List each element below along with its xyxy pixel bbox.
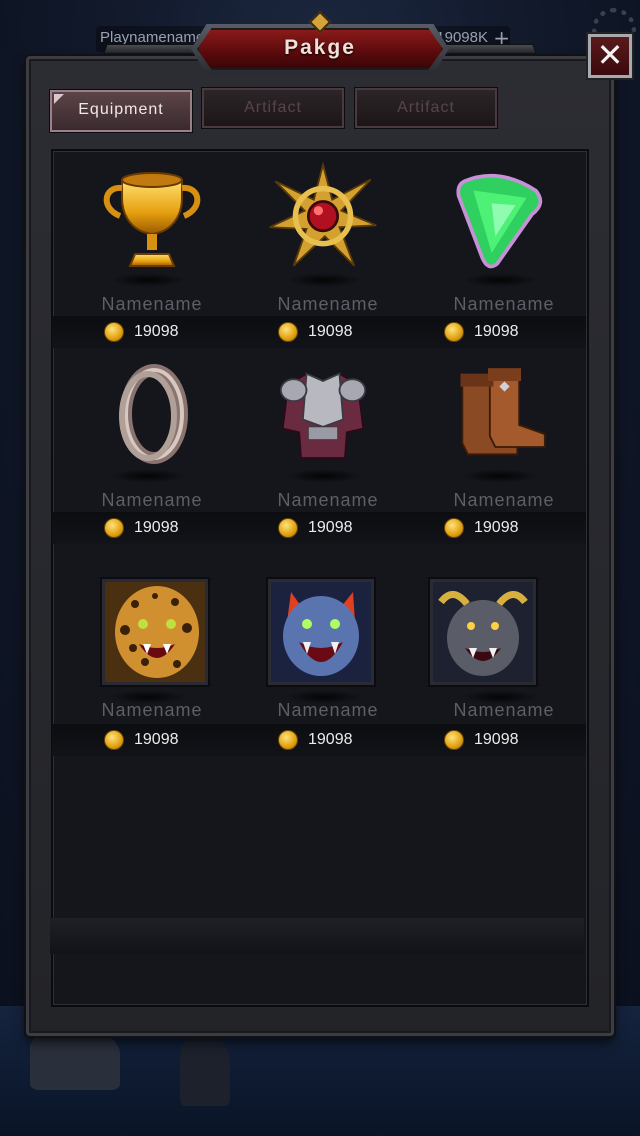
- gold-coin-icon: [278, 518, 298, 538]
- gold-coin-icon: [444, 730, 464, 750]
- item-price: 19098: [278, 320, 353, 344]
- item-name: Namename: [277, 294, 379, 314]
- item-price: 19098: [444, 516, 519, 540]
- price-amount: 19098: [134, 731, 179, 748]
- gold-coin-icon: [278, 322, 298, 342]
- item-name: Namename: [453, 490, 555, 510]
- price-amount: 19098: [308, 519, 353, 536]
- item-name: Namename: [101, 294, 203, 314]
- item-name: Namename: [453, 700, 555, 720]
- background-rock: [30, 1030, 120, 1090]
- gold-coin-icon: [104, 730, 124, 750]
- price-amount: 19098: [308, 323, 353, 340]
- gold-trophy-icon: [97, 158, 207, 278]
- silver-ring-icon: [96, 354, 206, 474]
- price-amount: 19098: [474, 731, 519, 748]
- item-price: 19098: [104, 320, 179, 344]
- item-name: Namename: [101, 700, 203, 720]
- gold-coin-icon: [444, 518, 464, 538]
- leopard-portrait: [100, 572, 210, 692]
- price-row: 19098 19098 19098: [52, 512, 586, 544]
- price-amount: 19098: [134, 519, 179, 536]
- price-amount: 19098: [474, 323, 519, 340]
- leather-boots-icon: [444, 354, 554, 474]
- gold-coin-icon: [104, 518, 124, 538]
- chest-armor-icon: [268, 354, 378, 474]
- tab-artifact-1[interactable]: Artifact: [202, 88, 344, 128]
- item-name: Namename: [101, 490, 203, 510]
- price-amount: 19098: [308, 731, 353, 748]
- leopard-portrait-frame: [102, 579, 208, 685]
- gold-coin-icon: [278, 730, 298, 750]
- title-banner: Pakge: [103, 10, 537, 74]
- item-name: Namename: [277, 700, 379, 720]
- tab-artifact-2[interactable]: Artifact: [355, 88, 497, 128]
- price-amount: 19098: [134, 323, 179, 340]
- item-price: 19098: [104, 728, 179, 752]
- background-rock: [180, 1036, 230, 1106]
- close-button[interactable]: ✕: [588, 34, 632, 78]
- minotaur-portrait-frame: [430, 579, 536, 685]
- item-name: Namename: [453, 294, 555, 314]
- item-price: 19098: [278, 728, 353, 752]
- gold-coin-icon: [444, 322, 464, 342]
- green-crystal-icon: [444, 158, 554, 278]
- price-amount: 19098: [474, 519, 519, 536]
- gold-coin-icon: [104, 322, 124, 342]
- item-price: 19098: [444, 728, 519, 752]
- werewolf-portrait-frame: [268, 579, 374, 685]
- werewolf-portrait: [266, 572, 376, 692]
- panel-title: Pakge: [284, 36, 356, 59]
- item-price: 19098: [278, 516, 353, 540]
- empty-slot-row: [50, 918, 584, 954]
- item-name: Namename: [277, 490, 379, 510]
- minotaur-portrait: [428, 572, 538, 692]
- tab-equipment[interactable]: Equipment: [50, 90, 192, 132]
- item-price: 19098: [104, 516, 179, 540]
- item-price: 19098: [444, 320, 519, 344]
- red-gem-star-amulet-icon: [268, 158, 378, 278]
- price-row: 19098 19098 19098: [52, 724, 586, 756]
